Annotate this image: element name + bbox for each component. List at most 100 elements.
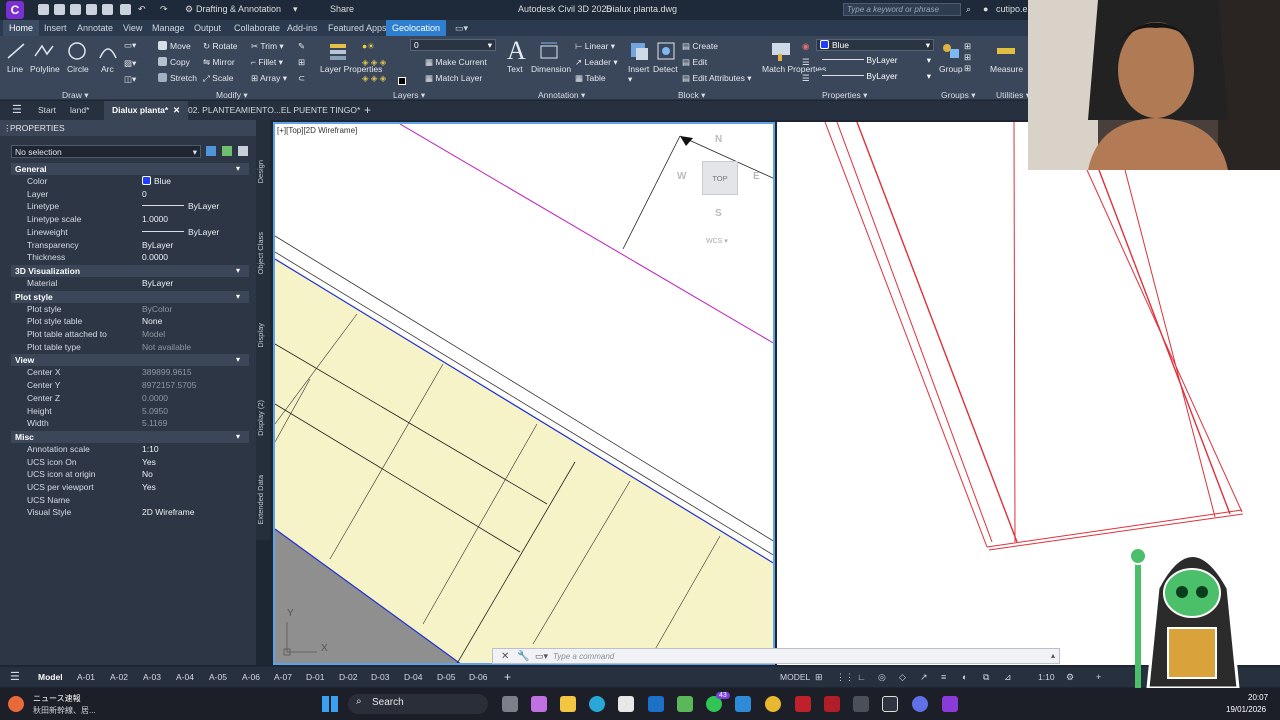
fillet-button[interactable]: ⌐ Fillet ▾ [251, 57, 283, 68]
layout-tab[interactable]: A-05 [209, 672, 227, 682]
color-dropdown[interactable]: Blue ▾ [816, 39, 934, 51]
open-file-icon[interactable] [54, 4, 65, 15]
workspace-settings-icon[interactable]: ⚙ [1066, 672, 1074, 683]
chrome-app-icon[interactable] [677, 696, 693, 712]
drawing-canvas[interactable] [275, 124, 775, 665]
store-icon[interactable] [618, 696, 634, 712]
properties-group-label[interactable]: Properties ▾ [822, 90, 867, 101]
circle-button[interactable]: Circle [67, 64, 89, 74]
group-icon[interactable] [940, 40, 962, 62]
collapse-chevron-icon[interactable]: ▾ [236, 266, 240, 275]
edge-icon[interactable] [589, 696, 605, 712]
osnap-icon[interactable]: ◇ [899, 672, 906, 683]
dimension-button[interactable]: Dimension [531, 64, 571, 74]
collapse-chevron-icon[interactable]: ▾ [236, 355, 240, 364]
layer-tools-icons-row1[interactable]: ◈ ◈ ◈ [362, 57, 386, 68]
line-icon[interactable] [5, 40, 27, 62]
property-value[interactable]: 1:10 [142, 444, 159, 454]
tab-home[interactable]: Home [3, 20, 40, 36]
print-icon[interactable] [120, 4, 131, 15]
add-layout-button[interactable]: + [504, 670, 511, 684]
clock-time[interactable]: 20:07 [1248, 693, 1268, 702]
group-tools-icons[interactable]: ⊞ ⊞ ⊞ [964, 41, 971, 74]
web-icon[interactable] [102, 4, 113, 15]
tab-geolocation[interactable]: Geolocation [386, 20, 447, 36]
make-current-button[interactable]: ▦ Make Current [425, 57, 487, 68]
measure-button[interactable]: Measure [990, 64, 1023, 74]
share-button[interactable]: Share [330, 4, 354, 14]
tab-manage[interactable]: Manage [152, 23, 185, 33]
dimension-icon[interactable] [538, 40, 560, 62]
menu-icon[interactable]: ☰ [4, 101, 30, 120]
insert-button[interactable]: Insert ▾ [628, 64, 649, 85]
property-value[interactable]: ByLayer [142, 240, 173, 250]
acrobat-icon[interactable] [795, 696, 811, 712]
taskbar-search[interactable]: ⌕ Search [348, 694, 488, 714]
civil3d-icon[interactable] [942, 696, 958, 712]
move-button[interactable]: Move [158, 41, 191, 51]
property-value[interactable]: ByColor [142, 304, 172, 314]
side-tab-object-class[interactable]: Object Class [256, 232, 270, 275]
ribbon-toggle-icon[interactable]: ▭▾ [455, 23, 468, 34]
layer-tools-icons-row2[interactable]: ◈ ◈ ◈ [362, 73, 386, 84]
explode-icon[interactable]: ⊞ [298, 57, 305, 68]
snap-icon[interactable]: ⋮⋮ [836, 672, 854, 683]
task-view-icon[interactable] [502, 696, 518, 712]
new-tab-button[interactable]: + [356, 101, 379, 120]
annotation-monitor-icon[interactable]: + [1096, 672, 1101, 682]
layer-dropdown[interactable]: 0 ▾ [410, 39, 496, 51]
layer-state-icons[interactable]: ●☀ [362, 41, 375, 52]
viewcube-top-face[interactable]: TOP [702, 161, 738, 195]
file-explorer-icon[interactable] [560, 696, 576, 712]
news-widget-icon[interactable] [8, 696, 24, 712]
selection-cycling-icon[interactable]: ⧉ [983, 672, 989, 683]
windows-start-icon[interactable] [322, 696, 338, 712]
property-value[interactable]: Blue [142, 176, 171, 186]
tab-output[interactable]: Output [194, 23, 221, 33]
tab-annotate[interactable]: Annotate [77, 23, 113, 33]
command-prompt-icon[interactable]: ▭▾ [535, 651, 548, 662]
property-value[interactable]: No [142, 469, 153, 479]
modify-group-label[interactable]: Modify ▾ [216, 90, 248, 101]
layout-tab[interactable]: D-05 [437, 672, 455, 682]
color-wheel-icon[interactable]: ◉ [802, 41, 809, 52]
drawing-viewport-active[interactable]: [+][Top][2D Wireframe] Y X N W TOP E S W… [273, 122, 775, 665]
autocad-icon[interactable] [824, 696, 840, 712]
layout-tab[interactable]: D-01 [306, 672, 324, 682]
properties-section-header[interactable]: General [11, 163, 249, 175]
edit-block-button[interactable]: ▤ Edit [682, 57, 707, 68]
line-button[interactable]: Line [7, 64, 23, 74]
array-button[interactable]: ⊞ Array ▾ [251, 73, 287, 84]
properties-section-header[interactable]: Misc [11, 430, 249, 443]
match-properties-icon[interactable] [770, 40, 792, 62]
groups-group-label[interactable]: Groups ▾ [941, 90, 976, 101]
chevron-down-icon[interactable]: ▾ [293, 4, 298, 15]
search-icon[interactable]: ⌕ [966, 4, 971, 15]
new-file-icon[interactable] [38, 4, 49, 15]
model-space-button[interactable]: MODEL [780, 672, 810, 682]
property-value[interactable]: 0.0000 [142, 393, 168, 403]
layout-tab[interactable]: D-02 [339, 672, 357, 682]
properties-section-header[interactable]: 3D Visualization [11, 264, 249, 277]
close-icon[interactable]: ✕ [501, 651, 509, 662]
viewcube-west[interactable]: W [677, 171, 686, 182]
layers-group-label[interactable]: Layers ▾ [393, 90, 425, 101]
collapse-chevron-icon[interactable]: ▾ [236, 432, 240, 441]
annotation-group-label[interactable]: Annotation ▾ [538, 90, 585, 101]
group-button[interactable]: Group [939, 64, 963, 74]
property-value[interactable]: 2D Wireframe [142, 507, 194, 517]
layer-properties-icon[interactable] [327, 40, 349, 62]
property-value[interactable]: ByLayer [142, 278, 173, 288]
lineweight-toggle-icon[interactable]: ≡ [941, 672, 946, 682]
command-input[interactable]: Type a command [553, 652, 614, 661]
user-icon[interactable]: ● [983, 4, 988, 14]
utilities-group-label[interactable]: Utilities ▾ [996, 90, 1030, 101]
collapse-chevron-icon[interactable]: ▾ [236, 292, 240, 301]
layout-tab[interactable]: A-07 [274, 672, 292, 682]
layout-tab[interactable]: Model [38, 672, 63, 682]
collapse-chevron-icon[interactable]: ▾ [236, 164, 240, 173]
save-as-icon[interactable] [86, 4, 97, 15]
properties-section-header[interactable]: View [11, 354, 249, 367]
linetype-dropdown[interactable]: ByLayer ▾ [816, 55, 934, 67]
customize-icon[interactable]: 🔧 [517, 651, 529, 662]
